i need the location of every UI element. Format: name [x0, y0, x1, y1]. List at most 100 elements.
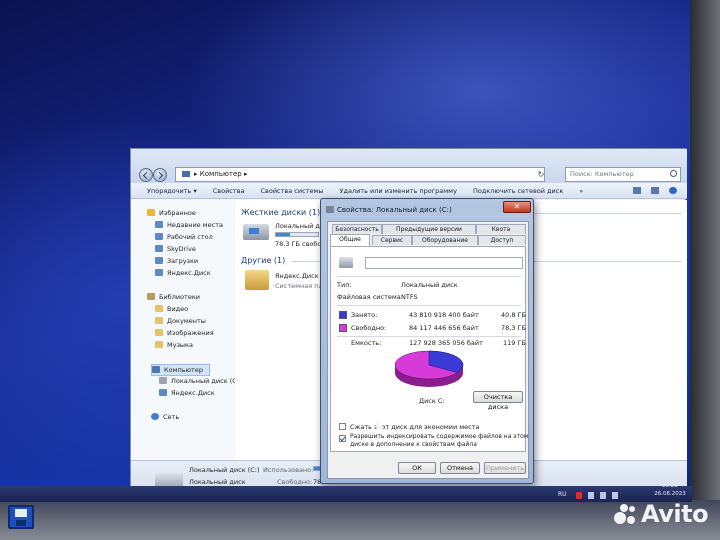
- clock-date: 26.08.2023: [654, 491, 686, 497]
- drive-c-name[interactable]: Локальный ди: [275, 222, 324, 230]
- dialog-title: Свойства: Локальный диск (C:): [337, 206, 452, 214]
- nav-local-disk[interactable]: Локальный диск (C: [159, 376, 237, 386]
- nav-video[interactable]: Видео: [155, 304, 188, 314]
- nav-label: Музыка: [167, 341, 193, 349]
- view-options-icon[interactable]: [633, 187, 641, 194]
- system-properties-button[interactable]: Свойства системы: [252, 187, 331, 195]
- drive-icon: [339, 257, 353, 268]
- libraries-icon: [147, 293, 155, 300]
- nav-label: Видео: [167, 305, 189, 313]
- search-icon[interactable]: [670, 170, 677, 177]
- documents-folder-icon: [155, 317, 163, 324]
- yandex-disk-name[interactable]: Яндекс.Диск: [275, 272, 319, 280]
- index-checkbox[interactable]: [339, 435, 346, 442]
- tab-security[interactable]: Безопасность: [332, 224, 382, 234]
- clock-time: 20:28: [662, 483, 678, 489]
- forward-button[interactable]: [153, 168, 167, 182]
- filesystem-label: Файловая система:: [337, 293, 403, 301]
- nav-label: Рабочий стол: [167, 233, 213, 241]
- nav-computer[interactable]: Компьютер: [151, 364, 210, 376]
- drive-icon: [159, 377, 167, 384]
- nav-recent-places[interactable]: Недавние места: [155, 220, 223, 230]
- disk-usage-pie: [391, 347, 467, 393]
- nav-favorites[interactable]: Избранное: [147, 208, 196, 218]
- nav-yandex-disk[interactable]: Яндекс.Диск: [155, 268, 211, 278]
- help-icon[interactable]: [669, 187, 677, 194]
- nav-skydrive[interactable]: SkyDrive: [155, 244, 196, 254]
- volume-label-input[interactable]: [365, 257, 523, 269]
- yandex-disk-folder-icon[interactable]: [245, 270, 269, 290]
- index-label-line2: диске в дополнение к свойствам файла: [350, 441, 477, 448]
- preview-pane-icon[interactable]: [651, 187, 659, 194]
- yandex-disk-icon: [155, 269, 163, 276]
- nav-label: Изображения: [167, 329, 214, 337]
- floppy-disk-icon: [8, 505, 34, 529]
- back-button[interactable]: [139, 168, 153, 182]
- nav-label: Библиотеки: [159, 293, 200, 301]
- free-bytes: 84 117 446 656 байт: [409, 324, 479, 332]
- drive-c-icon[interactable]: [243, 224, 269, 240]
- nav-label: Яндекс.Диск: [171, 389, 215, 397]
- group-header-hard-disks[interactable]: Жесткие диски (1): [241, 208, 320, 217]
- tab-tools[interactable]: Сервис: [372, 235, 412, 245]
- recent-places-icon: [155, 221, 163, 228]
- nav-libraries[interactable]: Библиотеки: [147, 292, 200, 302]
- used-bytes: 43 810 918 400 байт: [409, 311, 479, 319]
- address-bar[interactable]: ▸ Компьютер ▸: [175, 167, 545, 182]
- ok-button[interactable]: ОК: [398, 462, 436, 474]
- nav-label: Локальный диск (C: [171, 377, 237, 385]
- used-gb: 40,8 ГБ: [501, 311, 526, 319]
- command-bar: Упорядочить ▾ Свойства Свойства системы …: [131, 183, 687, 199]
- apply-button[interactable]: Применить: [484, 462, 526, 474]
- compress-checkbox[interactable]: [339, 423, 346, 430]
- nav-images[interactable]: Изображения: [155, 328, 214, 338]
- map-network-drive-button[interactable]: Подключить сетевой диск: [465, 187, 571, 195]
- tab-hardware[interactable]: Оборудование: [412, 235, 478, 245]
- cancel-button[interactable]: Отмена: [440, 462, 480, 474]
- tab-quota[interactable]: Квота: [476, 224, 526, 234]
- language-indicator[interactable]: RU: [558, 488, 567, 502]
- volume-icon[interactable]: [612, 491, 618, 499]
- more-commands-button[interactable]: »: [571, 187, 591, 195]
- nav-downloads[interactable]: Загрузки: [155, 256, 198, 266]
- free-gb: 78,3 ГБ: [501, 324, 526, 332]
- clock[interactable]: 20:28 26.08.2023: [652, 482, 688, 497]
- video-folder-icon: [155, 305, 163, 312]
- nav-music[interactable]: Музыка: [155, 340, 193, 350]
- tab-sharing[interactable]: Доступ: [478, 235, 526, 245]
- music-folder-icon: [155, 341, 163, 348]
- properties-dialog: Свойства: Локальный диск (C:) ✕ Безопасн…: [320, 198, 534, 484]
- tab-previous-versions[interactable]: Предыдущие версии: [382, 224, 476, 234]
- group-header-other[interactable]: Другие (1): [241, 256, 285, 265]
- monitor-bezel-bottom: [0, 500, 720, 540]
- star-icon: [147, 209, 155, 216]
- nav-yandex-disk-drive[interactable]: Яндекс.Диск: [159, 388, 215, 398]
- close-button[interactable]: ✕: [503, 201, 531, 213]
- yandex-disk-type: Системная пап: [275, 282, 327, 290]
- breadcrumb-computer[interactable]: Компьютер: [200, 170, 242, 178]
- nav-label: Избранное: [159, 209, 196, 217]
- nav-documents[interactable]: Документы: [155, 316, 206, 326]
- nav-network[interactable]: Сеть: [151, 412, 179, 422]
- disk-letter-label: Диск C:: [419, 397, 445, 405]
- nav-desktop[interactable]: Рабочий стол: [155, 232, 213, 242]
- avito-logo-icon: [614, 504, 638, 526]
- tab-general[interactable]: Общие: [330, 234, 370, 246]
- flag-icon[interactable]: [588, 491, 594, 499]
- free-space-swatch: [339, 324, 347, 332]
- details-drive-type: Локальный диск: [189, 478, 246, 486]
- antivirus-icon[interactable]: [576, 491, 582, 499]
- uninstall-program-button[interactable]: Удалить или изменить программу: [331, 187, 464, 195]
- chevron-right-icon: ▸: [241, 170, 248, 178]
- network-icon[interactable]: [600, 491, 606, 499]
- search-input[interactable]: Поиск: Компьютер: [565, 167, 681, 182]
- used-label: Занято:: [351, 311, 378, 319]
- compress-label: Сжать этот диск для экономии места: [350, 423, 480, 431]
- refresh-icon[interactable]: ↻: [535, 167, 547, 182]
- properties-button[interactable]: Свойства: [205, 187, 253, 195]
- details-drive-name: Локальный диск (C:): [189, 466, 260, 474]
- details-free-label: Свободно:: [277, 478, 313, 486]
- organize-button[interactable]: Упорядочить ▾: [131, 187, 205, 195]
- navigation-pane: Избранное Недавние места Рабочий стол Sk…: [131, 200, 237, 460]
- disk-cleanup-button[interactable]: Очистка диска: [473, 391, 523, 411]
